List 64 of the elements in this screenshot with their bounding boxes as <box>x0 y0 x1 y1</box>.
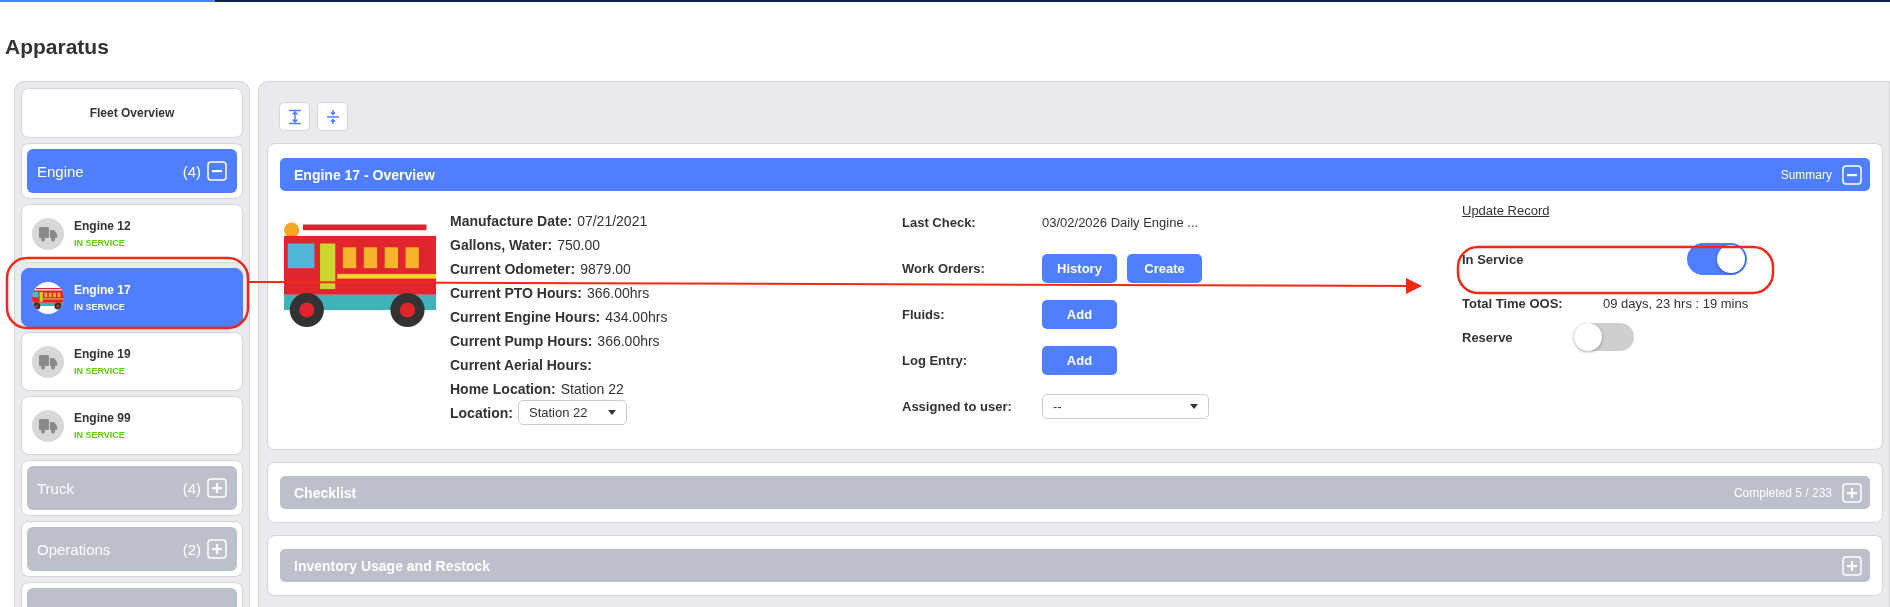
group-header[interactable]: Truck (4) <box>27 466 237 510</box>
completion-count: Completed 5 / 233 <box>1733 485 1832 500</box>
apparatus-name: Engine 99 <box>74 411 131 425</box>
section-title: Inventory Usage and Restock <box>294 557 492 574</box>
field-label: Current Odometer: <box>450 260 576 277</box>
group-header[interactable]: Operations (2) <box>27 527 237 571</box>
field-value: 366.00hrs <box>587 284 650 301</box>
status-label: IN SERVICE <box>74 238 126 248</box>
field-value: 07/21/2021 <box>577 212 648 229</box>
group-count: (4) <box>182 162 201 180</box>
field-value: 750.00 <box>557 236 600 253</box>
group-header[interactable]: Engine (4) <box>27 149 237 193</box>
field-value: Station 22 <box>560 380 624 397</box>
apparatus-name: Engine 12 <box>74 219 131 233</box>
field-label: Work Orders: <box>902 260 986 276</box>
apparatus-item[interactable]: Engine 19 IN SERVICE <box>21 332 243 391</box>
status-label: IN SERVICE <box>74 302 126 312</box>
group-count: (2) <box>182 540 201 558</box>
toggle-label: In Service <box>1462 251 1525 267</box>
section-header[interactable]: Inventory Usage and Restock <box>280 549 1870 582</box>
section-header[interactable]: Checklist Completed 5 / 233 <box>280 476 1870 509</box>
status-label: IN SERVICE <box>74 430 126 440</box>
update-record-link[interactable]: Update Record <box>1462 203 1550 219</box>
group-name: Truck <box>37 479 75 497</box>
apparatus-name: Engine 19 <box>74 347 131 361</box>
fleet-overview-button[interactable]: Fleet Overview <box>21 88 243 138</box>
summary-label: Summary <box>1780 167 1832 182</box>
field-label: Current Pump Hours: <box>450 332 593 349</box>
action-button[interactable]: Create <box>1127 253 1202 283</box>
action-button[interactable]: Add <box>1042 299 1117 329</box>
field-value: 434.00hrs <box>605 308 668 325</box>
field-value: 09 days, 23 hrs : 19 mins <box>1603 295 1749 311</box>
field-label: Current Aerial Hours: <box>450 356 592 373</box>
apparatus-name: Engine 17 <box>74 283 131 297</box>
apparatus-item[interactable]: Engine 99 IN SERVICE <box>21 396 243 455</box>
section-header[interactable]: Engine 17 - Overview Summary <box>280 158 1870 191</box>
field-label: Fluids: <box>902 306 946 322</box>
apparatus-item[interactable]: Engine 17 IN SERVICE <box>21 268 243 327</box>
action-button[interactable]: History <box>1042 253 1117 283</box>
field-label: Assigned to user: <box>902 398 1013 414</box>
field-label: Gallons, Water: <box>450 236 553 253</box>
group-name: Engine <box>37 162 85 180</box>
field-label: Manufacture Date: <box>450 212 573 229</box>
apparatus-item[interactable]: Engine 12 IN SERVICE <box>21 204 243 263</box>
page-title: Apparatus <box>5 35 110 60</box>
group-count: (4) <box>182 479 201 497</box>
field-label: Location: <box>450 404 513 421</box>
field-value: 03/02/2026 Daily Engine ... <box>1042 214 1199 230</box>
field-value: 366.00hrs <box>597 332 660 349</box>
action-button[interactable]: Add <box>1042 345 1117 375</box>
status-label: IN SERVICE <box>74 366 126 376</box>
field-value: 9879.00 <box>580 260 631 277</box>
group-name: Operations <box>37 540 112 558</box>
toggle-label: Reserve <box>1462 329 1514 345</box>
location-select[interactable]: Station 22 <box>518 400 627 425</box>
section-title: Checklist <box>294 484 358 501</box>
field-label: Home Location: <box>450 380 556 397</box>
field-label: Current PTO Hours: <box>450 284 582 301</box>
field-label: Current Engine Hours: <box>450 308 601 325</box>
field-label: Total Time OOS: <box>1462 295 1564 311</box>
user-select[interactable]: -- <box>1042 393 1209 419</box>
field-label: Last Check: <box>902 214 977 230</box>
section-title: Engine 17 - Overview <box>294 166 436 183</box>
field-label: Log Entry: <box>902 352 968 368</box>
